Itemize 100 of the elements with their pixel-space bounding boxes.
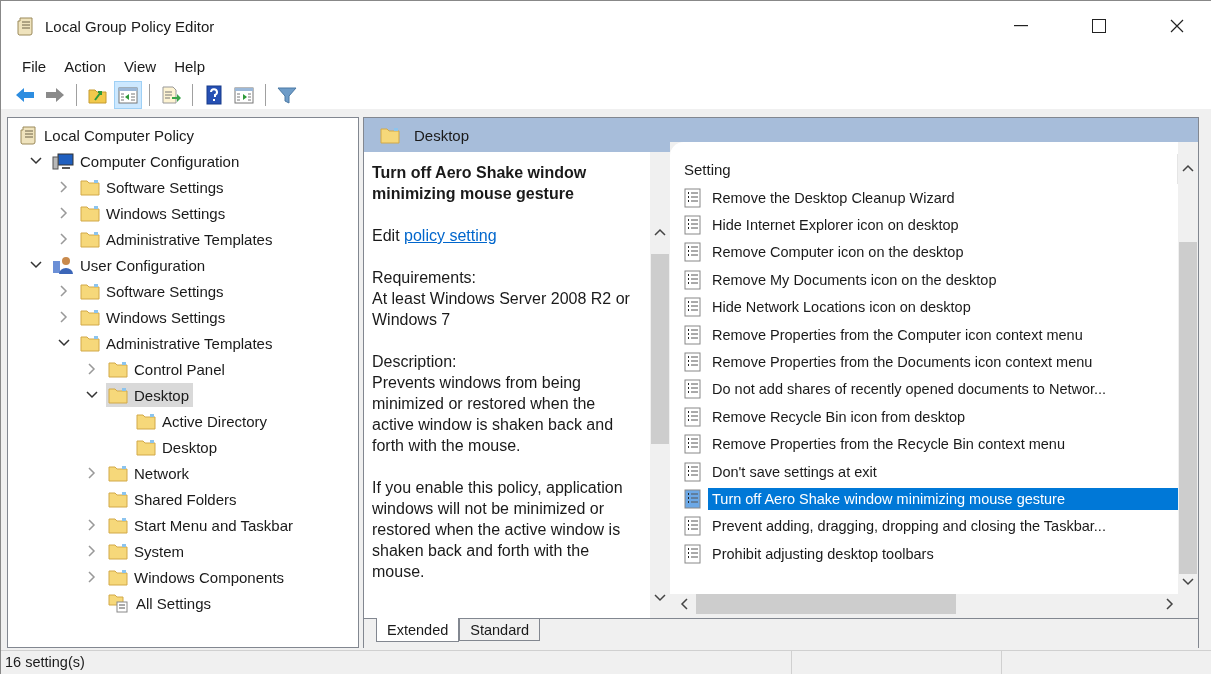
document-list-icon: [684, 543, 702, 564]
menu-item[interactable]: Action: [55, 55, 115, 77]
tree-item[interactable]: Network: [106, 461, 193, 485]
document-list-icon: [684, 461, 702, 482]
document-list-icon: [684, 406, 702, 427]
scroll-icon: [20, 125, 38, 145]
settings-list-icon: [108, 593, 130, 613]
menu-item[interactable]: Help: [165, 55, 214, 77]
folder-icon: [108, 386, 128, 404]
tree-item[interactable]: Software Settings: [78, 175, 228, 199]
requirements-label: Requirements:: [372, 268, 478, 288]
description-text: Prevents windows from being minimized or restored when the active window is shaken back and forth with the mouse.: [372, 373, 615, 456]
tree-item[interactable]: Active Directory: [134, 409, 272, 433]
setting-row[interactable]: Remove Recycle Bin icon from desktop: [684, 403, 1178, 431]
setting-row[interactable]: Hide Internet Explorer icon on desktop: [684, 211, 1178, 239]
chevron-up-icon[interactable]: [654, 228, 666, 236]
tree-item[interactable]: Shared Folders: [106, 487, 241, 511]
folder-icon: [108, 360, 128, 378]
back-arrow-icon: [14, 85, 36, 105]
folder-icon: [136, 438, 156, 456]
document-list-icon: [684, 242, 702, 263]
document-list-icon: [684, 379, 702, 400]
setting-row[interactable]: Prohibit adjusting desktop toolbars: [684, 540, 1178, 568]
window-title: Local Group Policy Editor: [45, 17, 216, 35]
pane-title: Desktop: [414, 126, 470, 144]
setting-row[interactable]: Do not add shares of recently opened documents to Networ...: [684, 375, 1178, 404]
computer-icon: [52, 152, 74, 170]
help-icon: [203, 85, 225, 105]
tree-item[interactable]: Start Menu and Taskbar: [106, 513, 297, 537]
folder-icon: [136, 412, 156, 430]
view-tab[interactable]: Extended: [376, 618, 460, 642]
menu-item[interactable]: File: [13, 55, 56, 77]
chevron-left-icon[interactable]: [680, 598, 688, 610]
vertical-scrollbar[interactable]: [1178, 142, 1198, 594]
setting-row[interactable]: Remove Properties from the Computer icon context menu: [684, 320, 1178, 349]
tree-item[interactable]: Desktop: [106, 383, 194, 407]
folder-icon: [108, 516, 128, 534]
setting-row[interactable]: Remove Properties from the Recycle Bin context menu: [684, 430, 1178, 458]
folder-icon: [380, 126, 400, 144]
folder-icon: [108, 542, 128, 560]
document-list-icon: [684, 269, 702, 290]
tree-item[interactable]: Software Settings: [78, 279, 228, 303]
folder-icon: [108, 490, 128, 508]
setting-row[interactable]: Remove My Documents icon on the desktop: [684, 266, 1178, 294]
vertical-scrollbar[interactable]: [650, 152, 670, 618]
folder-icon: [80, 230, 100, 248]
maximize-icon: [1092, 19, 1106, 33]
tree-item[interactable]: Control Panel: [106, 357, 229, 381]
edit-label: Edit: [372, 227, 400, 244]
folder-icon: [80, 204, 100, 222]
user-icon: [52, 255, 74, 275]
tree-item[interactable]: Windows Settings: [78, 305, 230, 329]
setting-row[interactable]: Remove the Desktop Cleanup Wizard: [684, 184, 1178, 212]
status-text: 16 setting(s): [4, 653, 86, 672]
app-icon: [17, 16, 35, 36]
document-list-icon: [684, 215, 702, 236]
document-list-icon: [684, 352, 702, 373]
setting-row[interactable]: Prevent adding, dragging, dropping and closing the Taskbar...: [684, 512, 1178, 541]
view-tab[interactable]: Standard: [459, 619, 541, 641]
description-label: Description:: [372, 352, 458, 372]
chevron-up-icon[interactable]: [1182, 164, 1194, 172]
chevron-down-icon[interactable]: [1182, 578, 1194, 586]
chevron-right-icon[interactable]: [1166, 598, 1174, 610]
tree-item[interactable]: Desktop: [134, 435, 222, 459]
policy-title: Turn off Aero Shake window minimizing mouse gesture: [372, 163, 588, 204]
setting-row[interactable]: Don't save settings at exit: [684, 457, 1178, 486]
tree-item[interactable]: Computer Configuration: [50, 149, 244, 173]
folder-icon: [108, 568, 128, 586]
tree-item[interactable]: System: [106, 539, 188, 563]
setting-row[interactable]: Remove Computer icon on the desktop: [684, 238, 1178, 267]
requirements-text: At least Windows Server 2008 R2 or Windows 7: [372, 289, 631, 330]
setting-row[interactable]: Hide Network Locations icon on desktop: [684, 293, 1178, 321]
folder-icon: [80, 282, 100, 300]
folder-icon: [80, 308, 100, 326]
folder-icon: [80, 334, 100, 352]
tree-item[interactable]: Windows Components: [106, 565, 289, 589]
policy-setting-link[interactable]: policy setting: [404, 227, 497, 244]
tree-item[interactable]: User Configuration: [50, 253, 210, 277]
filter-icon: [276, 85, 298, 105]
export-list-icon: [160, 85, 182, 105]
close-icon: [1170, 19, 1184, 33]
folder-icon: [108, 464, 128, 482]
action-pane-icon: [233, 85, 255, 105]
tree-item[interactable]: Windows Settings: [78, 201, 230, 225]
document-list-icon: [684, 516, 702, 537]
minimize-icon: [1014, 25, 1028, 27]
tree-pane-icon: [117, 85, 139, 105]
menu-item[interactable]: View: [114, 55, 166, 77]
document-list-icon: [684, 434, 702, 455]
tree-item[interactable]: All Settings: [106, 591, 216, 615]
chevron-down-icon[interactable]: [654, 594, 666, 602]
document-list-icon: [684, 489, 702, 509]
document-list-icon: [684, 324, 702, 345]
tree-item[interactable]: Local Computer Policy: [18, 123, 199, 147]
tree-item[interactable]: Administrative Templates: [78, 227, 277, 251]
folder-icon: [80, 178, 100, 196]
tree-item[interactable]: Administrative Templates: [78, 331, 277, 355]
forward-arrow-icon: [44, 85, 66, 105]
document-list-icon: [684, 187, 702, 208]
setting-row[interactable]: Remove Properties from the Documents icon context menu: [684, 348, 1178, 376]
